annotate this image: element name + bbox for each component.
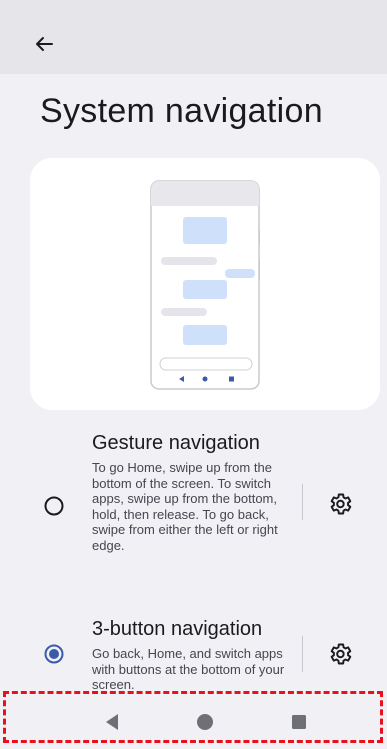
option-description: To go Home, swipe up from the bottom of …: [92, 460, 278, 553]
top-app-bar: [0, 0, 387, 74]
circle-home-icon[interactable]: [195, 712, 215, 732]
gear-icon[interactable]: [327, 491, 353, 517]
triangle-back-icon[interactable]: [102, 712, 122, 732]
page-title: System navigation: [40, 92, 323, 130]
option-title: Gesture navigation: [92, 432, 260, 454]
divider: [302, 484, 303, 520]
radio-selected-icon[interactable]: [43, 643, 65, 665]
option-title: 3-button navigation: [92, 618, 263, 640]
back-button[interactable]: [30, 30, 58, 58]
arrow-back-icon: [36, 37, 53, 51]
system-navigation-bar: [0, 696, 387, 749]
option-description: Go back, Home, and switch apps with butt…: [92, 646, 285, 692]
radio-unselected-icon[interactable]: [43, 495, 65, 517]
divider: [302, 636, 303, 672]
gear-icon[interactable]: [327, 641, 353, 667]
phone-illustration: [150, 180, 260, 390]
square-recents-icon[interactable]: [289, 712, 309, 732]
